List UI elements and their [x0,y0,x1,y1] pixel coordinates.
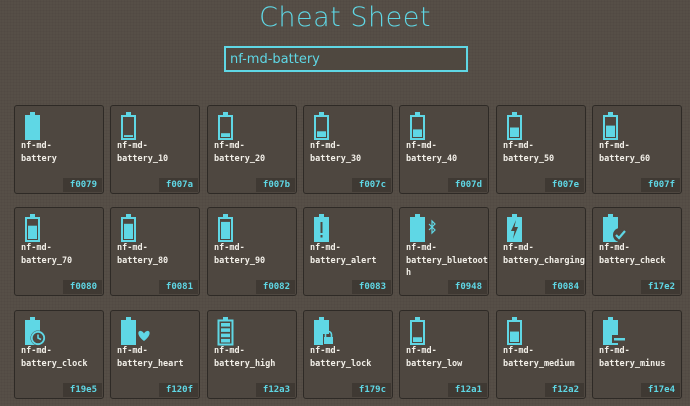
battery-40-icon [408,111,448,141]
icon-card[interactable]: nf-md- battery_check f17e2 [592,207,682,296]
icon-name: nf-md- battery_medium [503,346,575,369]
battery-60-icon [601,111,641,141]
battery-50-icon [505,111,545,141]
icon-card[interactable]: nf-md- battery_charging f0084 [496,207,586,296]
battery-charging-icon [505,213,545,243]
icon-card[interactable]: nf-md- battery_40 f007d [399,105,489,194]
icon-code[interactable]: f0080 [62,280,102,294]
icon-name: nf-md- battery_lock [310,346,372,369]
icon-code[interactable]: f17e2 [640,280,680,294]
icon-card[interactable]: nf-md- battery_20 f007b [207,105,297,194]
battery-heart-icon [119,316,159,346]
battery-clock-icon [23,316,63,346]
battery-low-icon [408,316,448,346]
battery-90-icon [216,213,256,243]
icon-card[interactable]: nf-md- battery_70 f0080 [14,207,104,296]
icon-name: nf-md- battery_20 [214,141,266,164]
icon-name: nf-md- battery_90 [214,243,266,266]
battery-10-icon [119,111,159,141]
battery-80-icon [119,213,159,243]
icon-card[interactable]: nf-md- battery_lock f179c [303,310,393,399]
icon-name: nf-md- battery_40 [406,141,458,164]
battery-70-icon [23,213,63,243]
battery-minus-icon [601,316,641,346]
icon-card[interactable]: nf-md- battery_bluetooth f0948 [399,207,489,296]
icon-code[interactable]: f007b [255,178,295,192]
icon-card[interactable]: nf-md- battery_clock f19e5 [14,310,104,399]
page-title: Cheat Sheet [259,2,431,33]
search-input[interactable] [224,46,468,72]
battery-medium-icon [505,316,545,346]
icon-code[interactable]: f12a2 [544,383,584,397]
icon-code[interactable]: f0079 [62,178,102,192]
battery-check-icon [601,213,641,243]
icon-card[interactable]: nf-md- battery_50 f007e [496,105,586,194]
icon-name: nf-md- battery_charging [503,243,585,266]
icon-card[interactable]: nf-md- battery_alert f0083 [303,207,393,296]
icon-name: nf-md- battery_high [214,346,276,369]
icon-card[interactable]: nf-md- battery_high f12a3 [207,310,297,399]
icon-code[interactable]: f179c [351,383,391,397]
icon-card[interactable]: nf-md- battery_90 f0082 [207,207,297,296]
icon-code[interactable]: f0083 [351,280,391,294]
icon-code[interactable]: f120f [158,383,198,397]
icon-name: nf-md- battery_clock [21,346,88,369]
icon-name: nf-md- battery_60 [599,141,651,164]
icon-code[interactable]: f0082 [255,280,295,294]
icon-name: nf-md- battery_minus [599,346,666,369]
icon-code[interactable]: f0084 [544,280,584,294]
icon-name: nf-md- battery_heart [117,346,184,369]
battery-20-icon [216,111,256,141]
icon-card[interactable]: nf-md- battery_heart f120f [110,310,200,399]
icon-name: nf-md- battery [21,141,57,164]
icon-code[interactable]: f007d [447,178,487,192]
battery-lock-icon [312,316,352,346]
icon-name: nf-md- battery_70 [21,243,73,266]
icon-code[interactable]: f007c [351,178,391,192]
icon-card[interactable]: nf-md- battery_30 f007c [303,105,393,194]
icon-name: nf-md- battery_10 [117,141,169,164]
icon-code[interactable]: f0081 [158,280,198,294]
icon-code[interactable]: f007f [640,178,680,192]
battery-30-icon [312,111,352,141]
icon-name: nf-md- battery_alert [310,243,377,266]
icon-card[interactable]: nf-md- battery_80 f0081 [110,207,200,296]
battery-high-icon [216,316,256,346]
icon-card[interactable]: nf-md- battery_60 f007f [592,105,682,194]
icon-name: nf-md- battery_low [406,346,463,369]
icon-card[interactable]: nf-md- battery f0079 [14,105,104,194]
icon-name: nf-md- battery_bluetooth [406,243,488,278]
icon-name: nf-md- battery_80 [117,243,169,266]
icon-card[interactable]: nf-md- battery_minus f17e4 [592,310,682,399]
battery-full-icon [23,111,63,141]
icon-card[interactable]: nf-md- battery_medium f12a2 [496,310,586,399]
icon-card[interactable]: nf-md- battery_low f12a1 [399,310,489,399]
icon-code[interactable]: f19e5 [62,383,102,397]
icon-code[interactable]: f0948 [447,280,487,294]
icon-code[interactable]: f12a3 [255,383,295,397]
icon-name: nf-md- battery_check [599,243,666,266]
icon-code[interactable]: f12a1 [447,383,487,397]
battery-bluetooth-icon [408,213,448,243]
icon-name: nf-md- battery_30 [310,141,362,164]
icon-code[interactable]: f007e [544,178,584,192]
icon-code[interactable]: f17e4 [640,383,680,397]
battery-alert-icon [312,213,352,243]
icon-code[interactable]: f007a [158,178,198,192]
icon-name: nf-md- battery_50 [503,141,555,164]
icon-card[interactable]: nf-md- battery_10 f007a [110,105,200,194]
